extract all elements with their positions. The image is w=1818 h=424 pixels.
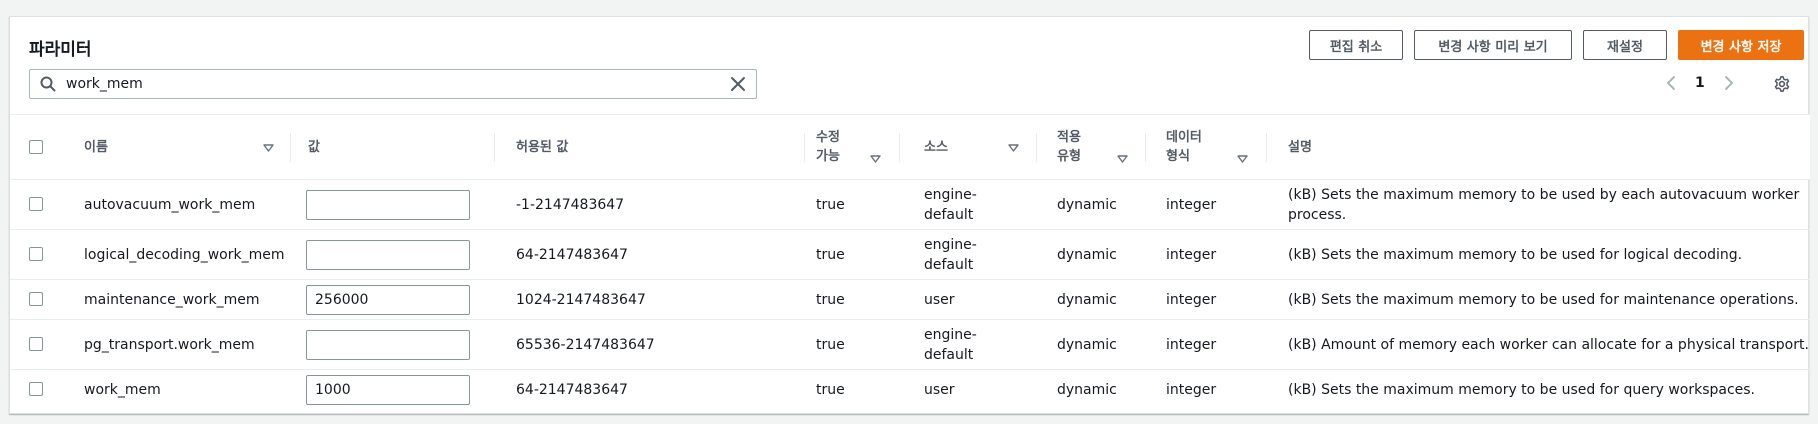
description: (kB) Amount of memory each worker can al… (1288, 336, 1809, 353)
param-name: pg_transport.work_mem (84, 336, 255, 353)
column-separator (1145, 133, 1146, 162)
param-value-input[interactable] (306, 375, 470, 405)
table-row: logical_decoding_work_mem 64-2147483647 … (10, 230, 1810, 280)
source: user (924, 382, 955, 398)
param-name: autovacuum_work_mem (84, 196, 256, 213)
column-separator (899, 133, 900, 162)
param-value-input[interactable] (306, 330, 470, 360)
reset-button[interactable]: 재설정 (1583, 30, 1667, 60)
allowed-values: 65536-2147483647 (516, 336, 655, 353)
column-header-value: 값 (308, 139, 320, 155)
description: (kB) Sets the maximum memory to be used … (1288, 186, 1800, 223)
chevron-left-icon[interactable] (1664, 75, 1678, 91)
modifiable: true (816, 196, 845, 213)
apply-type: dynamic (1057, 336, 1117, 353)
allowed-values: -1-2147483647 (516, 196, 625, 213)
column-header-source[interactable]: 소스 (924, 115, 948, 179)
column-header-name[interactable]: 이름 (84, 115, 108, 179)
param-value-input[interactable] (306, 190, 470, 220)
page-title: 파라미터 (29, 40, 92, 60)
column-separator (290, 133, 291, 162)
search-icon (40, 76, 56, 92)
data-type: integer (1166, 382, 1217, 398)
clear-icon[interactable] (730, 76, 746, 92)
modifiable: true (816, 246, 845, 263)
description: (kB) Sets the maximum memory to be used … (1288, 246, 1743, 263)
description: (kB) Sets the maximum memory to be used … (1288, 382, 1756, 398)
modifiable: true (816, 291, 845, 308)
column-header-data-type[interactable]: 데이터 형식 (1166, 115, 1202, 179)
apply-type: dynamic (1057, 246, 1117, 263)
allowed-values: 64-2147483647 (516, 382, 628, 398)
select-all-checkbox[interactable] (29, 140, 43, 154)
description: (kB) Sets the maximum memory to be used … (1288, 291, 1799, 308)
sort-icon[interactable] (870, 155, 881, 163)
apply-type: dynamic (1057, 291, 1117, 308)
data-type: integer (1166, 291, 1217, 308)
row-checkbox[interactable] (29, 197, 43, 211)
column-separator (1036, 133, 1037, 162)
table-header: 이름 값 허용된 값 수정 가능 소스 적용 유형 데이터 형식 설명 (10, 114, 1810, 180)
row-checkbox[interactable] (29, 247, 43, 261)
column-header-allowed-values: 허용된 값 (516, 139, 569, 155)
source: user (924, 291, 955, 308)
search-input[interactable] (66, 71, 730, 97)
column-separator (804, 133, 805, 162)
table-row: autovacuum_work_mem -1-2147483647 true e… (10, 180, 1810, 230)
sort-icon[interactable] (1008, 144, 1019, 152)
param-name: work_mem (84, 382, 161, 398)
column-separator (494, 133, 495, 162)
column-header-modifiable[interactable]: 수정 가능 (816, 115, 840, 179)
row-checkbox[interactable] (29, 337, 43, 351)
param-name: maintenance_work_mem (84, 291, 260, 308)
table-row: maintenance_work_mem 1024-2147483647 tru… (10, 280, 1810, 320)
pagination: 1 (1664, 75, 1736, 91)
allowed-values: 1024-2147483647 (516, 291, 646, 308)
data-type: integer (1166, 246, 1217, 263)
param-name: logical_decoding_work_mem (84, 246, 285, 263)
gear-icon[interactable] (1773, 75, 1791, 93)
modifiable: true (816, 382, 845, 398)
table-row: pg_transport.work_mem 65536-2147483647 t… (10, 320, 1810, 370)
row-checkbox[interactable] (29, 292, 43, 306)
column-header-apply-type[interactable]: 적용 유형 (1057, 115, 1081, 179)
param-value-input[interactable] (306, 240, 470, 270)
search-box (29, 69, 757, 99)
apply-type: dynamic (1057, 382, 1117, 398)
source: engine- default (924, 186, 977, 223)
source: engine- default (924, 236, 977, 273)
table-row: work_mem 64-2147483647 true user dynamic… (10, 370, 1810, 410)
sort-icon[interactable] (263, 144, 274, 152)
chevron-right-icon[interactable] (1722, 75, 1736, 91)
column-separator (1266, 133, 1267, 162)
cancel-edit-button[interactable]: 편집 취소 (1309, 30, 1403, 60)
data-type: integer (1166, 196, 1217, 213)
current-page[interactable]: 1 (1695, 75, 1705, 91)
parameters-panel: 파라미터 편집 취소 변경 사항 미리 보기 재설정 변경 사항 저장 1 이름 (9, 16, 1810, 414)
apply-type: dynamic (1057, 196, 1117, 213)
sort-icon[interactable] (1237, 155, 1248, 163)
param-value-input[interactable] (306, 285, 470, 315)
source: engine- default (924, 326, 977, 363)
modifiable: true (816, 336, 845, 353)
preview-changes-button[interactable]: 변경 사항 미리 보기 (1414, 30, 1572, 60)
sort-icon[interactable] (1117, 155, 1128, 163)
column-header-description: 설명 (1288, 139, 1312, 155)
allowed-values: 64-2147483647 (516, 246, 628, 263)
row-checkbox[interactable] (29, 382, 43, 396)
data-type: integer (1166, 336, 1217, 353)
save-changes-button[interactable]: 변경 사항 저장 (1678, 30, 1804, 60)
